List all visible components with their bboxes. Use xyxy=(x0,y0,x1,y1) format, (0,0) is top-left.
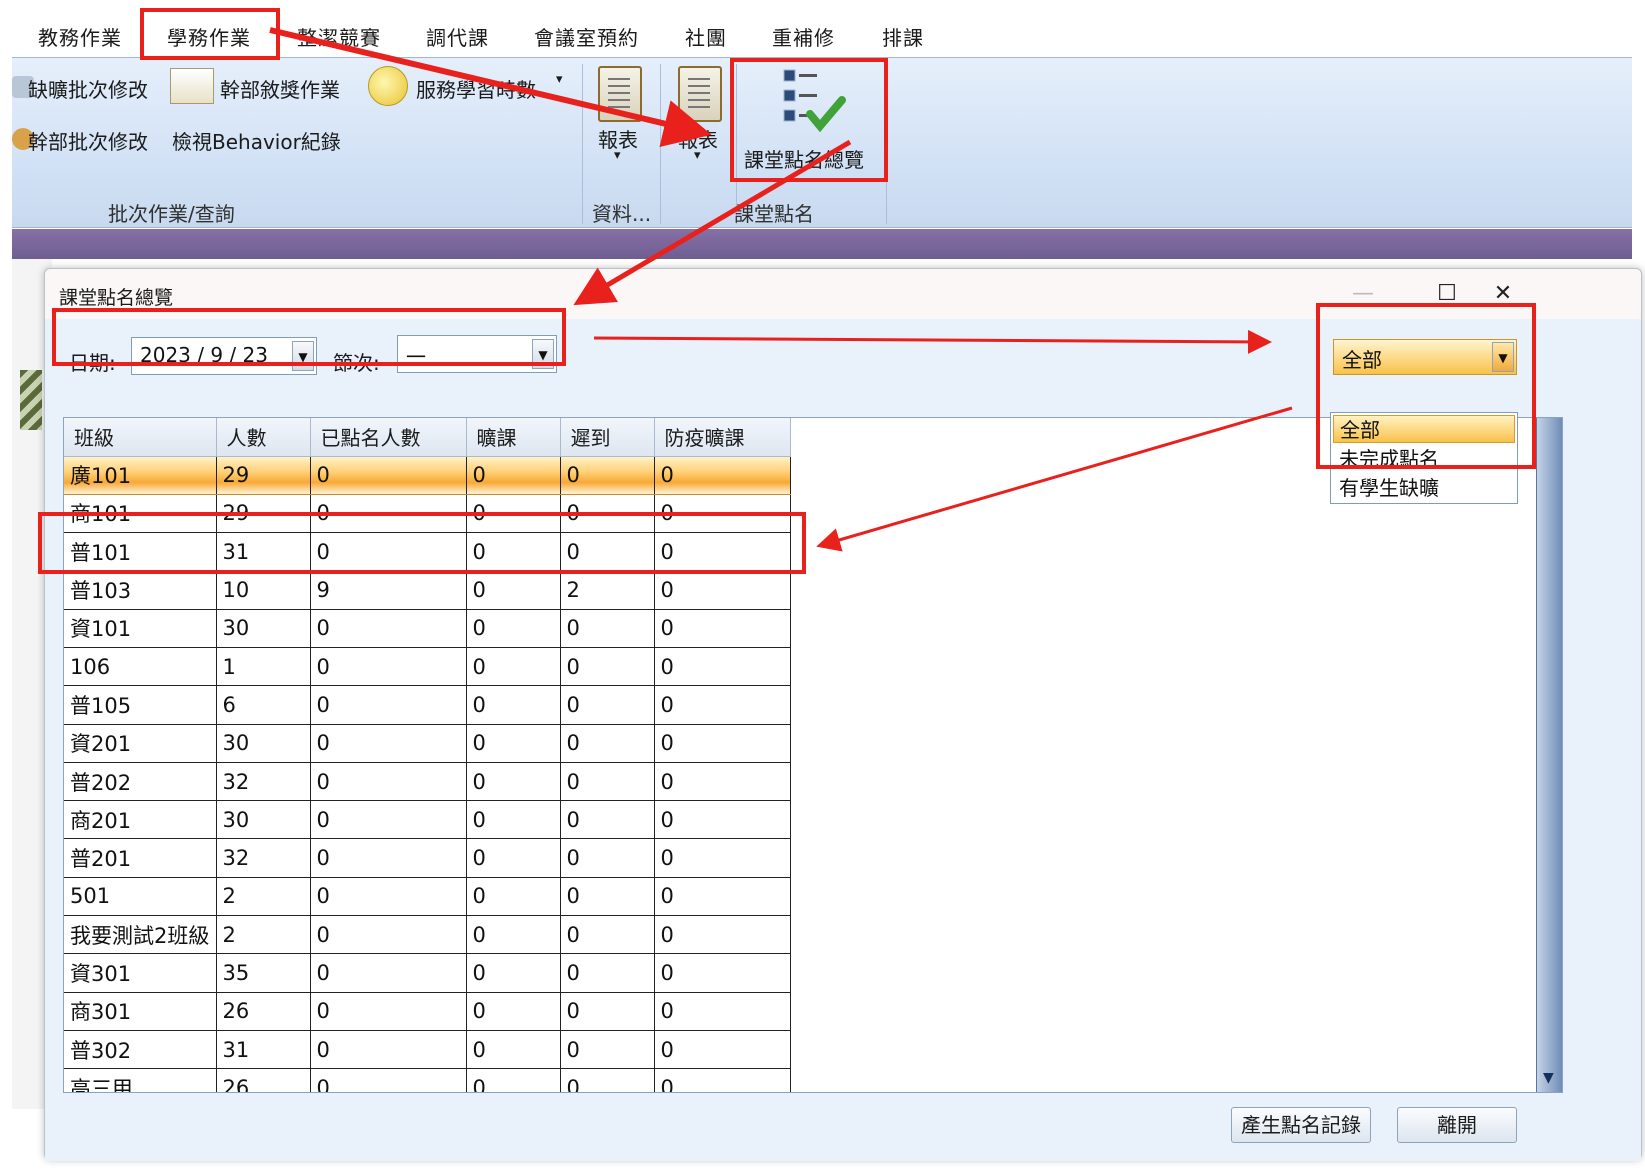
screenshot-stage: 教務作業 學務作業 整潔競賽 調代課 會議室預約 社團 重補修 排課 缺曠批次修… xyxy=(0,0,1645,1171)
annotation-arrow xyxy=(269,27,712,148)
annotation-arrow xyxy=(573,139,852,306)
annotation-arrow xyxy=(816,406,1293,552)
annotation-arrow xyxy=(593,329,1272,354)
annotation-arrows xyxy=(269,27,1293,552)
